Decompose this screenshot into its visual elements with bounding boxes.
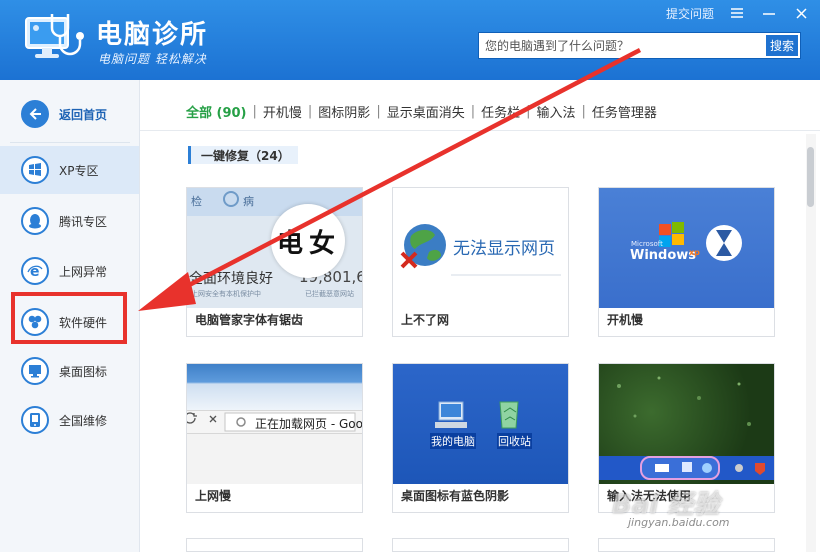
card-thumbnail: 我的电脑 回收站	[393, 364, 568, 484]
sidebar-item-label: 腾讯专区	[59, 214, 108, 229]
sidebar-item-label: 软件硬件	[59, 315, 108, 330]
clinic-logo-icon	[25, 14, 84, 58]
thumb-text: 正在加载网页 - Goo	[255, 417, 362, 431]
card-no-internet[interactable]: 无法显示网页 上不了网	[392, 187, 569, 337]
watermark-url: jingyan.baidu.com	[628, 516, 730, 529]
app-slogan: 电脑问题 轻松解决	[98, 52, 207, 66]
submit-question-link[interactable]: 提交问题	[666, 5, 714, 22]
tab-icon-shadow[interactable]: 图标阴影	[318, 102, 370, 121]
search-box: 搜索	[478, 32, 801, 59]
tab-separator: |	[581, 103, 586, 119]
app-title: 电脑诊所	[96, 20, 209, 50]
tab-task-manager[interactable]: 任务管理器	[592, 102, 657, 121]
sidebar-item-software-hardware[interactable]: 软件硬件	[0, 298, 139, 346]
svg-text:女: 女	[309, 228, 335, 259]
tab-input-method[interactable]: 输入法	[537, 102, 576, 121]
tab-separator: |	[252, 103, 257, 119]
search-button[interactable]: 搜索	[766, 35, 798, 56]
window-controls: 提交问题	[666, 4, 810, 22]
card-thumbnail: 检 病 全面环境良好 19,801,6 上网安全有本机保护中 已拦截恶意网站 电…	[187, 188, 362, 308]
tab-show-desktop[interactable]: 显示桌面消失	[387, 102, 465, 121]
sidebar-item-label: XP专区	[59, 163, 99, 178]
phone-icon	[21, 406, 49, 434]
sidebar-item-internet[interactable]: e 上网异常	[0, 247, 139, 295]
card-slow-boot[interactable]: Microsoft Windows xp 开机慢	[598, 187, 775, 337]
tab-separator: |	[376, 103, 381, 119]
menu-icon[interactable]	[728, 4, 746, 22]
tab-taskbar[interactable]: 任务栏	[481, 102, 520, 121]
card-thumbnail: Microsoft Windows xp	[599, 188, 774, 308]
sidebar-divider	[10, 142, 130, 143]
card-slow-internet[interactable]: 正在加载网页 - Goo 上网慢	[186, 363, 363, 513]
card-next-row[interactable]	[392, 538, 569, 552]
section-title: 一键修复（24）	[188, 146, 298, 164]
card-thumbnail: 正在加载网页 - Goo	[187, 364, 362, 484]
tab-separator: |	[307, 103, 313, 119]
scrollbar-thumb[interactable]	[807, 147, 814, 207]
ie-browser-icon: e	[21, 257, 49, 285]
sidebar-item-repair[interactable]: 全国维修	[0, 396, 139, 444]
sidebar-item-desktop-icons[interactable]: 桌面图标	[0, 347, 139, 395]
title-bar: 电脑诊所 电脑问题 轻松解决 提交问题 搜索	[0, 0, 820, 80]
card-font-aliasing[interactable]: 检 病 全面环境良好 19,801,6 上网安全有本机保护中 已拦截恶意网站 电…	[186, 187, 363, 337]
close-icon[interactable]	[792, 4, 810, 22]
card-thumbnail: 无法显示网页	[393, 188, 568, 308]
sidebar-item-label: 全国维修	[59, 413, 108, 428]
card-title: 上网慢	[195, 489, 232, 503]
tab-separator: |	[470, 103, 476, 119]
thumb-text: 无法显示网页	[453, 239, 555, 259]
card-title: 电脑管家字体有锯齿	[195, 313, 304, 327]
back-arrow-icon	[21, 100, 49, 128]
card-icon-shadow[interactable]: 我的电脑 回收站 桌面图标有蓝色阴影	[392, 363, 569, 513]
sidebar-item-tencent[interactable]: 腾讯专区	[0, 197, 139, 245]
back-home-button[interactable]: 返回首页	[0, 90, 139, 138]
software-hardware-icon	[21, 308, 49, 336]
tab-all[interactable]: 全部 (90)	[186, 102, 247, 121]
card-next-row[interactable]	[186, 538, 363, 552]
sidebar-item-label: 上网异常	[59, 264, 108, 279]
card-title: 上不了网	[401, 313, 450, 327]
search-input[interactable]	[479, 33, 764, 58]
magnifier-circle: 电 女	[271, 204, 345, 278]
category-tabs: 全部 (90) | 开机慢 | 图标阴影 | 显示桌面消失 | 任务栏 | 输入…	[186, 100, 657, 122]
tabs-divider	[140, 130, 820, 131]
svg-text:电: 电	[277, 229, 303, 259]
tab-slow-boot[interactable]: 开机慢	[263, 102, 302, 121]
card-thumbnail	[599, 364, 774, 484]
windows-xp-icon	[21, 156, 49, 184]
sidebar-item-label: 桌面图标	[59, 364, 108, 379]
qq-penguin-icon	[21, 207, 49, 235]
sidebar: 返回首页 XP专区 腾讯专区 e 上网异常 软件硬件 桌面图标 全国维修	[0, 80, 140, 552]
card-title: 桌面图标有蓝色阴影	[401, 489, 510, 503]
tab-separator: |	[526, 103, 531, 119]
monitor-icon	[21, 357, 49, 385]
sidebar-item-xp[interactable]: XP专区	[0, 146, 139, 194]
card-title: 开机慢	[607, 313, 644, 327]
card-next-row[interactable]	[598, 538, 775, 552]
back-home-label: 返回首页	[59, 107, 108, 122]
minimize-icon[interactable]	[760, 4, 778, 22]
